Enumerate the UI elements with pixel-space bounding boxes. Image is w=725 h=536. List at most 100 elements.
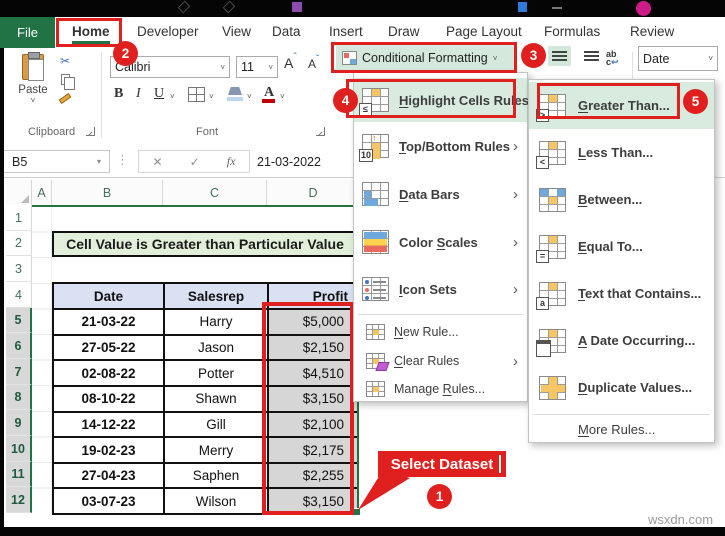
cell-profit-selected[interactable]: $2,255 [269, 463, 359, 490]
table-header-date[interactable]: Date [54, 284, 165, 310]
italic-button[interactable]: I [136, 86, 141, 102]
row-header-3[interactable]: 3 [6, 256, 32, 282]
name-box[interactable]: B5 ▾ [3, 150, 110, 173]
row-header-2[interactable]: 2 [6, 231, 32, 256]
cell-date[interactable]: 03-07-23 [54, 489, 165, 516]
tab-file[interactable]: File [0, 17, 55, 48]
menu-item-icon-sets[interactable]: Icon Sets › [354, 266, 527, 312]
submenu-item-duplicate-values[interactable]: Duplicate Values... [529, 364, 714, 411]
menu-item-new-rule[interactable]: New Rule... [354, 317, 527, 347]
cell-salesrep[interactable]: Harry [165, 310, 269, 336]
row-header-7[interactable]: 7 [6, 359, 32, 385]
row-header-6[interactable]: 6 [6, 333, 32, 359]
column-header-d[interactable]: D [267, 180, 360, 205]
paste-button[interactable]: Paste ˅ [14, 52, 52, 126]
menu-item-top-bottom-rules[interactable]: ↑ 10 Top/Bottom Rules › [354, 122, 527, 170]
font-dialog-launcher[interactable] [316, 127, 325, 136]
number-format-combo[interactable]: Date ˅ [638, 46, 718, 71]
tab-formulas[interactable]: Formulas [544, 24, 600, 39]
cell-profit-selected[interactable]: $3,150 [269, 489, 359, 516]
underline-chevron-icon[interactable]: ˅ [170, 92, 175, 101]
cell-salesrep[interactable]: Wilson [165, 489, 269, 516]
column-header-c[interactable]: C [163, 180, 267, 205]
cell-date[interactable]: 27-05-22 [54, 335, 165, 362]
tab-developer[interactable]: Developer [137, 24, 199, 39]
tab-draw[interactable]: Draw [388, 24, 420, 39]
redo-icon[interactable] [222, 0, 236, 14]
table-header-salesrep[interactable]: Salesrep [165, 284, 269, 310]
minimize-icon[interactable] [552, 7, 562, 9]
cancel-button[interactable]: ✕ [153, 155, 163, 169]
submenu-item-equal-to[interactable]: = Equal To... [529, 223, 714, 270]
cell-salesrep[interactable]: Potter [165, 361, 269, 387]
tab-insert[interactable]: Insert [329, 24, 363, 39]
tab-review[interactable]: Review [630, 24, 674, 39]
underline-button[interactable]: U [154, 86, 164, 102]
insert-function-button[interactable]: fx [227, 154, 236, 169]
tab-view[interactable]: View [222, 24, 251, 39]
enter-button[interactable]: ✓ [190, 155, 200, 169]
row-header-5[interactable]: 5 [6, 308, 32, 333]
cell-date[interactable]: 02-08-22 [54, 361, 165, 387]
tab-data[interactable]: Data [272, 24, 301, 39]
row-header-11[interactable]: 11 [6, 462, 32, 487]
cell-profit-selected[interactable]: $2,150 [269, 335, 359, 362]
tab-page-layout[interactable]: Page Layout [446, 24, 522, 39]
row-header-12[interactable]: 12 [6, 487, 32, 513]
menu-item-data-bars[interactable]: Data Bars › [354, 170, 527, 218]
cell-salesrep[interactable]: Saphen [165, 463, 269, 490]
menu-item-clear-rules[interactable]: Clear Rules › [354, 347, 527, 375]
format-painter-button[interactable] [58, 93, 72, 104]
submenu-item-between[interactable]: Between... [529, 176, 714, 223]
fill-color-chevron-icon[interactable]: ˅ [247, 92, 252, 101]
align-center-button[interactable] [548, 46, 571, 66]
column-header-a[interactable]: A [32, 180, 52, 205]
cell-profit-selected[interactable]: $2,100 [269, 412, 359, 439]
cell-salesrep[interactable]: Shawn [165, 386, 269, 413]
cell-salesrep[interactable]: Jason [165, 335, 269, 362]
row-header-4[interactable]: 4 [6, 282, 32, 308]
menu-item-highlight-cells-rules[interactable]: ≤ Highlight Cells Rules › [354, 78, 529, 122]
sheet-title-banner[interactable]: Cell Value is Greater than Particular Va… [52, 231, 358, 257]
row-header-10[interactable]: 10 [6, 436, 32, 462]
cell-date[interactable]: 27-04-23 [54, 463, 165, 490]
align-left-button[interactable] [580, 46, 603, 66]
menu-item-color-scales[interactable]: Color Scales › [354, 218, 527, 266]
cell-salesrep[interactable]: Gill [165, 412, 269, 439]
cell-date[interactable]: 19-02-23 [54, 438, 165, 464]
qat-icon[interactable] [292, 2, 302, 12]
font-color-chevron-icon[interactable]: ˅ [280, 92, 285, 101]
cut-button[interactable]: ✂ [60, 54, 70, 68]
table-header-profit[interactable]: Profit [269, 284, 359, 310]
submenu-item-a-date-occurring[interactable]: A Date Occurring... [529, 317, 714, 364]
copy-button[interactable] [61, 74, 75, 90]
cell-date[interactable]: 21-03-22 [54, 310, 165, 336]
cell-profit-selected[interactable]: $2,175 [269, 438, 359, 464]
cell-date[interactable]: 14-12-22 [54, 412, 165, 439]
row-header-9[interactable]: 9 [6, 410, 32, 436]
cell-profit-selected[interactable]: $3,150 [269, 386, 359, 413]
column-header-b[interactable]: B [52, 180, 163, 205]
submenu-item-text-that-contains[interactable]: a Text that Contains... [529, 270, 714, 317]
decrease-font-button[interactable]: Aˇ [308, 54, 319, 71]
cell-profit-selected[interactable]: $5,000 [269, 310, 359, 336]
account-avatar[interactable] [636, 1, 651, 16]
save-icon[interactable] [518, 2, 527, 12]
formula-value[interactable]: 21-03-2022 [257, 155, 321, 169]
row-header-1[interactable]: 1 [6, 205, 32, 231]
font-size-combo[interactable]: 11 ˅ [236, 56, 278, 78]
cell-date[interactable]: 08-10-22 [54, 386, 165, 413]
submenu-item-less-than[interactable]: < Less Than... [529, 129, 714, 176]
fill-color-button[interactable] [228, 87, 242, 95]
menu-item-manage-rules[interactable]: Manage Rules... [354, 375, 527, 403]
undo-icon[interactable] [177, 0, 191, 14]
tab-home[interactable]: Home [72, 24, 110, 39]
borders-button[interactable] [188, 87, 205, 102]
increase-font-button[interactable]: Aˆ [284, 52, 297, 71]
borders-chevron-icon[interactable]: ˅ [209, 92, 214, 101]
cell-profit-selected[interactable]: $4,510 [269, 361, 359, 387]
wrap-text-button[interactable]: ab c↩ [606, 50, 619, 67]
row-header-8[interactable]: 8 [6, 385, 32, 410]
conditional-formatting-button[interactable]: Conditional Formatting ˅ [336, 45, 514, 71]
select-all-corner[interactable] [6, 180, 32, 205]
